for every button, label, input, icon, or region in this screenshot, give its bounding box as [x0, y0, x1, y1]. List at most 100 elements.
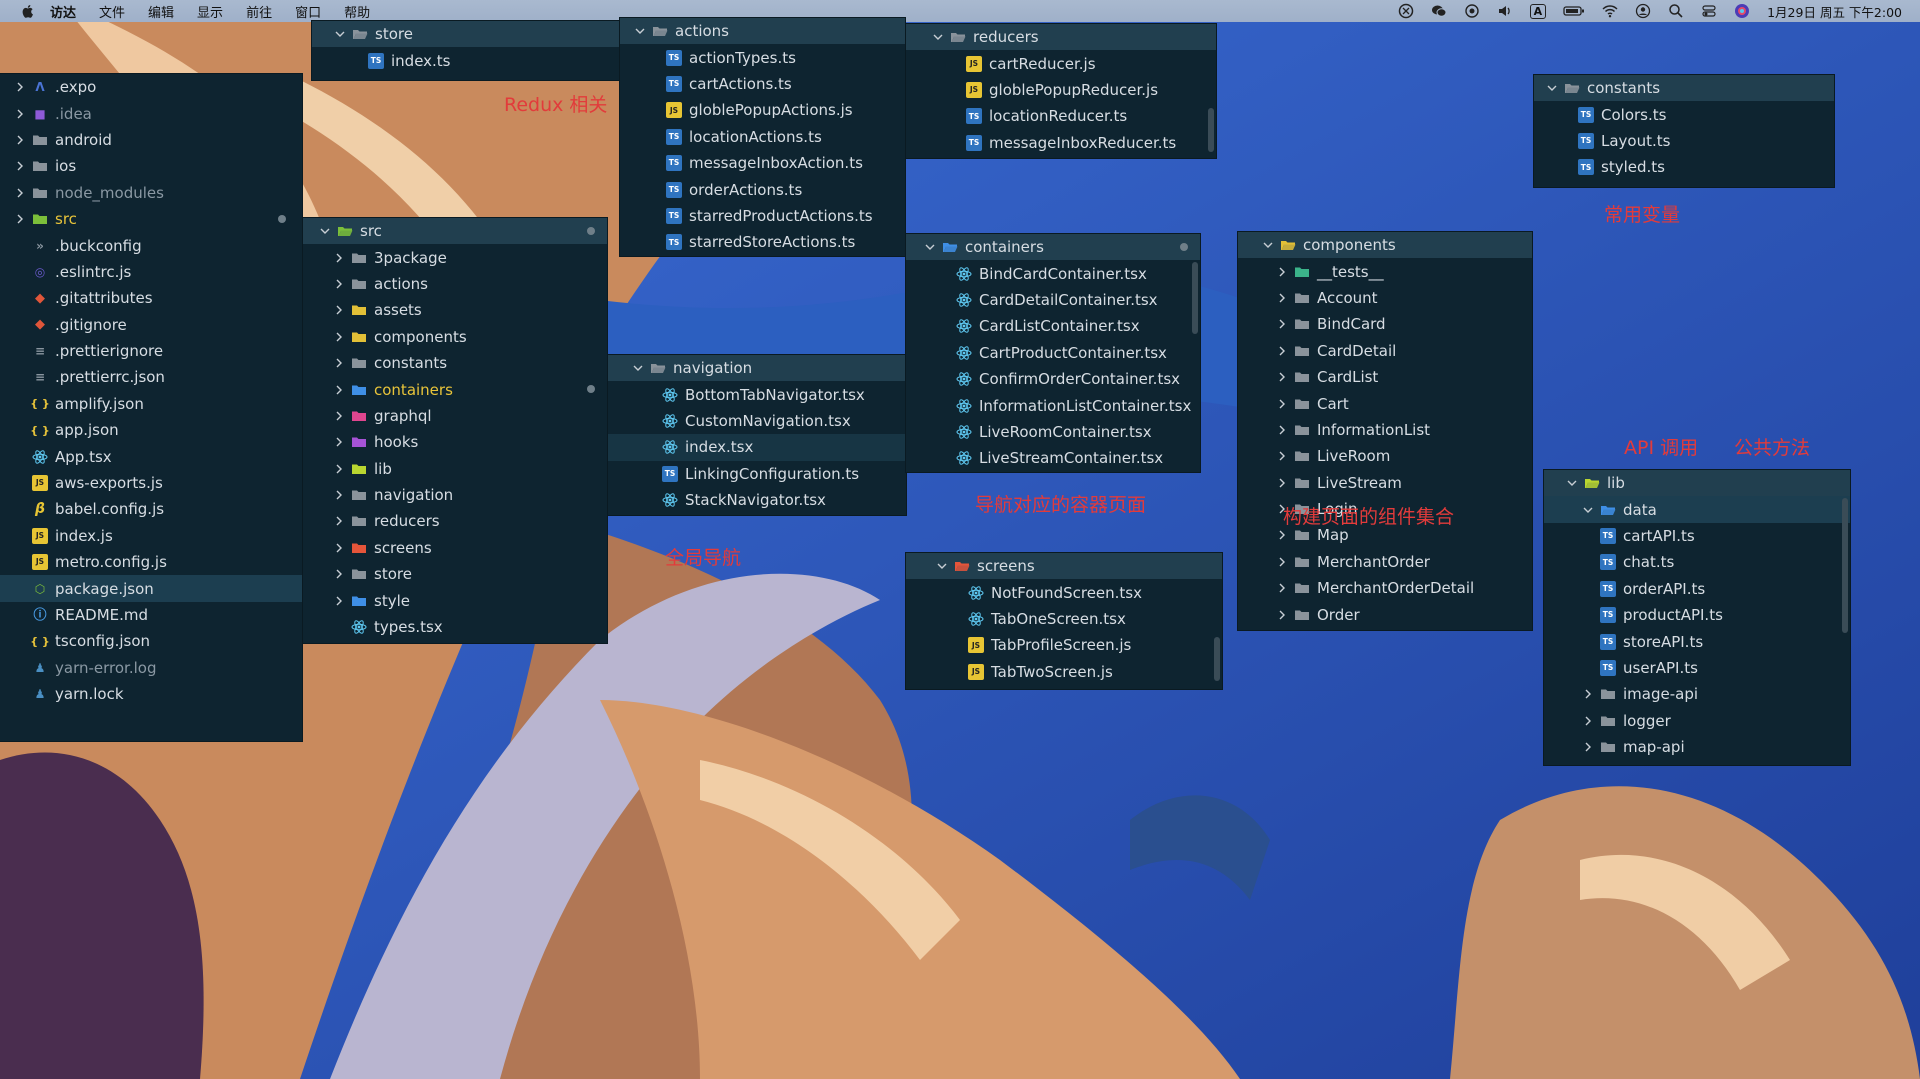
chevron-down-icon[interactable]	[1546, 82, 1558, 94]
tree-file-row[interactable]: CardListContainer.tsx	[906, 313, 1200, 339]
chevron-down-icon[interactable]	[932, 31, 944, 43]
menu-go[interactable]: 前往	[246, 2, 272, 21]
tree-folder-row[interactable]: store	[303, 561, 607, 587]
chevron-right-icon[interactable]	[333, 595, 345, 607]
menu-file[interactable]: 文件	[99, 2, 125, 21]
tree-file-row[interactable]: ≡ .prettierrc.json	[0, 364, 302, 390]
tree-folder-row[interactable]: constants	[303, 350, 607, 376]
chevron-right-icon[interactable]	[333, 357, 345, 369]
tree-file-row[interactable]: JS TabTwoScreen.js	[906, 659, 1222, 685]
tree-file-row[interactable]: TS LinkingConfiguration.ts	[608, 461, 906, 487]
chevron-right-icon[interactable]	[333, 252, 345, 264]
tree-file-row[interactable]: JS aws-exports.js	[0, 470, 302, 496]
tree-file-row[interactable]: ◆ .gitignore	[0, 312, 302, 338]
menu-help[interactable]: 帮助	[344, 2, 370, 21]
tree-folder-header[interactable]: actions	[620, 18, 905, 45]
chevron-right-icon[interactable]	[14, 160, 26, 172]
scrollbar-thumb[interactable]	[1208, 108, 1214, 152]
tree-file-row[interactable]: TS starredProductActions.ts	[620, 203, 905, 229]
tree-file-row[interactable]: ◆ .gitattributes	[0, 285, 302, 311]
search-icon[interactable]	[1668, 3, 1684, 19]
tree-folder-row[interactable]: logger	[1544, 708, 1850, 734]
chevron-down-icon[interactable]	[924, 241, 936, 253]
chevron-right-icon[interactable]	[1276, 292, 1288, 304]
chevron-down-icon[interactable]	[1566, 477, 1578, 489]
tree-file-row[interactable]: TS orderActions.ts	[620, 176, 905, 202]
tree-file-row[interactable]: InformationListContainer.tsx	[906, 392, 1200, 418]
tree-file-row[interactable]: index.tsx	[608, 434, 906, 461]
tree-folder-header[interactable]: screens	[906, 553, 1222, 580]
chevron-right-icon[interactable]	[1276, 450, 1288, 462]
tree-folder-header[interactable]: src	[303, 218, 607, 245]
tree-folder-row[interactable]: 3package	[303, 244, 607, 270]
menu-edit[interactable]: 编辑	[148, 2, 174, 21]
tree-folder-row[interactable]: reducers	[303, 508, 607, 534]
tree-folder-header[interactable]: reducers	[906, 24, 1216, 51]
tree-file-row[interactable]: β babel.config.js	[0, 496, 302, 522]
tree-folder-row[interactable]: CardDetail	[1238, 338, 1532, 364]
tree-folder-row[interactable]: __tests__	[1238, 258, 1532, 284]
chevron-right-icon[interactable]	[1276, 477, 1288, 489]
tree-file-row[interactable]: TS Colors.ts	[1534, 101, 1834, 127]
siri-icon[interactable]	[1734, 3, 1750, 19]
chevron-down-icon[interactable]	[634, 25, 646, 37]
tree-file-row[interactable]: TS chat.ts	[1544, 549, 1850, 575]
chevron-right-icon[interactable]	[333, 489, 345, 501]
wifi-icon[interactable]	[1602, 3, 1618, 19]
tree-file-row[interactable]: JS index.js	[0, 523, 302, 549]
tree-folder-row[interactable]: graphql	[303, 403, 607, 429]
menu-finder[interactable]: 访达	[50, 2, 76, 21]
tree-file-row[interactable]: ♟ yarn-error.log	[0, 655, 302, 681]
tree-folder-row[interactable]: CardList	[1238, 364, 1532, 390]
vpn-icon[interactable]	[1398, 3, 1414, 19]
chevron-right-icon[interactable]	[1276, 318, 1288, 330]
tree-file-row[interactable]: StackNavigator.tsx	[608, 487, 906, 513]
tree-folder-row[interactable]: map-api	[1544, 734, 1850, 760]
tree-file-row[interactable]: LiveStreamContainer.tsx	[906, 445, 1200, 471]
tree-folder-row[interactable]: LiveRoom	[1238, 443, 1532, 469]
tree-file-row[interactable]: ◎ .eslintrc.js	[0, 259, 302, 285]
tree-folder-row[interactable]: lib	[303, 456, 607, 482]
scrollbar-thumb[interactable]	[1214, 637, 1220, 681]
menu-view[interactable]: 显示	[197, 2, 223, 21]
volume-icon[interactable]	[1497, 3, 1513, 19]
chevron-right-icon[interactable]	[1276, 398, 1288, 410]
tree-folder-row[interactable]: MerchantOrder	[1238, 549, 1532, 575]
tree-folder-header[interactable]: constants	[1534, 75, 1834, 102]
tree-file-row[interactable]: TS locationActions.ts	[620, 124, 905, 150]
tree-file-row[interactable]: JS cartReducer.js	[906, 50, 1216, 76]
tree-file-row[interactable]: ♟ yarn.lock	[0, 681, 302, 707]
tree-file-row[interactable]: TS starredStoreActions.ts	[620, 229, 905, 255]
tree-file-row[interactable]: BottomTabNavigator.tsx	[608, 381, 906, 407]
chevron-right-icon[interactable]	[1276, 556, 1288, 568]
tree-file-row[interactable]: TS productAPI.ts	[1544, 602, 1850, 628]
tree-file-row[interactable]: TS messageInboxAction.ts	[620, 150, 905, 176]
tree-folder-row[interactable]: InformationList	[1238, 417, 1532, 443]
tree-file-row[interactable]: CustomNavigation.tsx	[608, 408, 906, 434]
tree-file-row[interactable]: CardDetailContainer.tsx	[906, 287, 1200, 313]
chevron-right-icon[interactable]	[333, 410, 345, 422]
chevron-down-icon[interactable]	[936, 560, 948, 572]
input-method-indicator[interactable]: A	[1529, 3, 1547, 19]
tree-file-row[interactable]: JS globlePopupActions.js	[620, 97, 905, 123]
chevron-right-icon[interactable]	[1276, 529, 1288, 541]
tree-file-row[interactable]: types.tsx	[303, 614, 607, 640]
tree-folder-row[interactable]: Λ .expo	[0, 74, 302, 100]
tree-folder-row[interactable]: assets	[303, 297, 607, 323]
tree-folder-row[interactable]: hooks	[303, 429, 607, 455]
tree-file-row[interactable]: TS index.ts	[312, 47, 622, 73]
chevron-right-icon[interactable]	[1582, 741, 1594, 753]
chevron-right-icon[interactable]	[333, 304, 345, 316]
chevron-right-icon[interactable]	[1276, 266, 1288, 278]
tree-folder-row[interactable]: ■ .idea	[0, 100, 302, 126]
chevron-right-icon[interactable]	[14, 108, 26, 120]
scrollbar-thumb[interactable]	[1192, 262, 1198, 334]
chevron-down-icon[interactable]	[632, 362, 644, 374]
tree-file-row[interactable]: JS TabProfileScreen.js	[906, 632, 1222, 658]
tree-folder-header[interactable]: store	[312, 21, 622, 48]
tree-folder-row[interactable]: components	[303, 324, 607, 350]
tree-folder-row[interactable]: node_modules	[0, 180, 302, 206]
tree-file-row[interactable]: TS cartActions.ts	[620, 71, 905, 97]
tree-file-row[interactable]: TS styled.ts	[1534, 154, 1834, 180]
chevron-down-icon[interactable]	[1262, 239, 1274, 251]
